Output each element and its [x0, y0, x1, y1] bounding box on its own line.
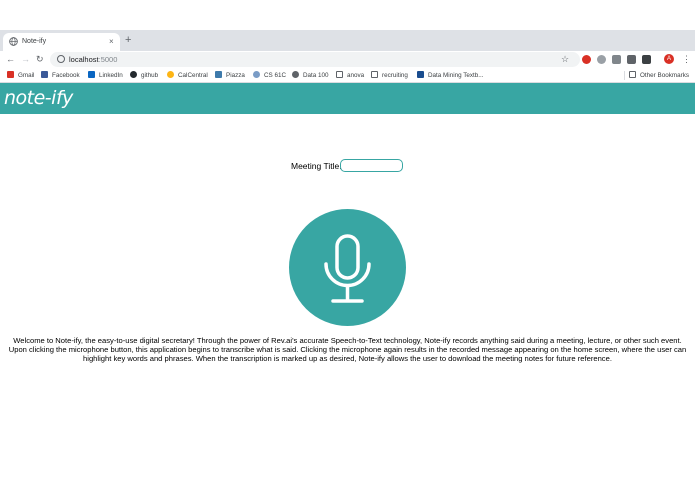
- back-button[interactable]: ←: [6, 53, 15, 65]
- microphone-icon: [324, 234, 371, 303]
- extension-icon[interactable]: [597, 55, 606, 64]
- bookmark-star-icon[interactable]: ☆: [561, 53, 569, 65]
- bookmark-folder-anova[interactable]: anova: [336, 70, 364, 81]
- bookmark-folder-recruiting[interactable]: recruiting: [371, 70, 408, 81]
- bookmark-github[interactable]: github: [130, 70, 158, 81]
- new-tab-button[interactable]: +: [125, 35, 131, 46]
- record-button[interactable]: [289, 209, 406, 326]
- url-port: :5000: [98, 55, 118, 64]
- other-bookmarks[interactable]: Other Bookmarks: [629, 70, 689, 81]
- globe-icon: [292, 71, 299, 78]
- book-icon: [417, 71, 424, 78]
- app-description: Welcome to Note-ify, the easy-to-use dig…: [8, 336, 687, 363]
- extension-icon[interactable]: [612, 55, 621, 64]
- github-icon: [130, 71, 137, 78]
- bookmark-data-mining[interactable]: Data Mining Textb...: [417, 70, 484, 81]
- tab-title: Note-ify: [22, 38, 47, 45]
- facebook-extension-icon[interactable]: [642, 55, 651, 64]
- adblock-extension-icon[interactable]: [582, 55, 591, 64]
- forward-button[interactable]: →: [21, 53, 30, 65]
- url-text[interactable]: localhost:5000: [69, 54, 117, 65]
- cs61c-icon: [253, 71, 260, 78]
- bookmark-linkedin[interactable]: LinkedIn: [88, 70, 123, 81]
- tab-close-icon[interactable]: ×: [109, 36, 114, 47]
- browser-toolbar: ← → ↻ localhost:5000 ☆ A ⋮: [0, 51, 695, 68]
- extension-icon[interactable]: [627, 55, 636, 64]
- tab-strip: Note-ify × +: [0, 30, 695, 51]
- info-icon[interactable]: [57, 55, 65, 63]
- bookmarks-divider: [624, 71, 625, 80]
- bookmark-gmail[interactable]: Gmail: [7, 70, 34, 81]
- calcentral-icon: [167, 71, 174, 78]
- globe-icon: [9, 37, 18, 46]
- folder-icon: [371, 71, 378, 78]
- address-bar[interactable]: localhost:5000 ☆: [50, 52, 580, 67]
- bookmarks-bar: Gmail Facebook LinkedIn github CalCentra…: [0, 68, 695, 83]
- screen-top-margin: [0, 0, 695, 30]
- bookmark-calcentral[interactable]: CalCentral: [167, 70, 208, 81]
- profile-avatar[interactable]: A: [664, 54, 674, 64]
- bookmark-piazza[interactable]: Piazza: [215, 70, 245, 81]
- app-logo[interactable]: note-ify: [4, 86, 73, 110]
- gmail-icon: [7, 71, 14, 78]
- reload-button[interactable]: ↻: [36, 53, 44, 65]
- bookmark-facebook[interactable]: Facebook: [41, 70, 80, 81]
- folder-icon: [629, 71, 636, 78]
- app-header: note-ify: [0, 83, 695, 114]
- tab-note-ify[interactable]: Note-ify ×: [3, 33, 120, 51]
- url-host: localhost: [69, 55, 99, 64]
- folder-icon: [336, 71, 343, 78]
- linkedin-icon: [88, 71, 95, 78]
- meeting-title-input[interactable]: [340, 159, 403, 172]
- meeting-title-label: Meeting Title:: [291, 161, 342, 171]
- bookmark-data100[interactable]: Data 100: [292, 70, 329, 81]
- bookmark-cs61c[interactable]: CS 61C: [253, 70, 286, 81]
- browser-menu-icon[interactable]: ⋮: [682, 53, 691, 65]
- facebook-icon: [41, 71, 48, 78]
- piazza-icon: [215, 71, 222, 78]
